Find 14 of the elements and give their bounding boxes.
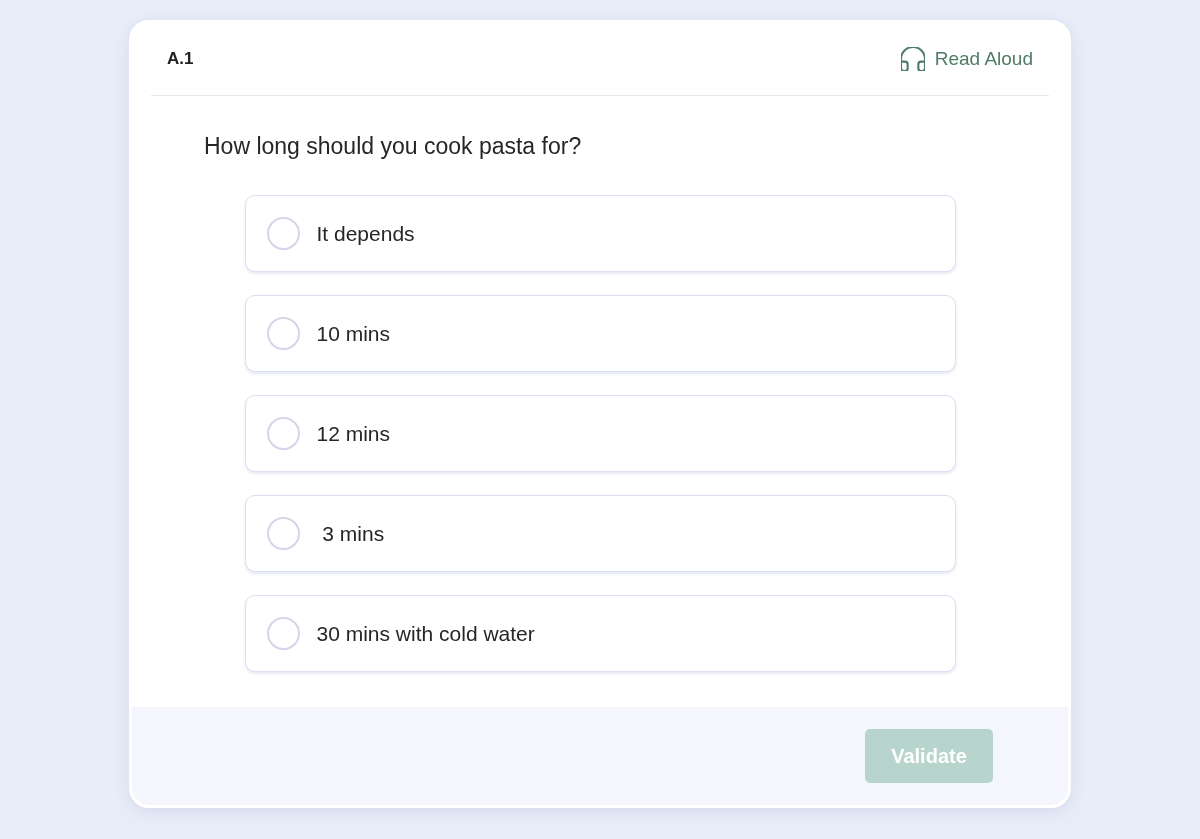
radio-button[interactable] <box>266 317 300 350</box>
question-number: A.1 <box>167 48 194 71</box>
answer-option[interactable]: It depends <box>244 195 956 272</box>
radio-button[interactable] <box>266 417 300 450</box>
answer-option[interactable]: 12 mins <box>244 395 956 472</box>
answer-option[interactable]: 30 mins with cold water <box>244 595 956 672</box>
question-text: How long should you cook pasta for? <box>204 132 582 161</box>
answer-option[interactable]: 3 mins <box>244 495 956 572</box>
radio-button[interactable] <box>266 517 300 550</box>
answer-option[interactable]: 10 mins <box>244 295 956 372</box>
read-aloud-button[interactable]: Read Aloud <box>900 44 1033 74</box>
headphones-icon <box>900 47 925 71</box>
radio-button[interactable] <box>266 617 300 650</box>
radio-button[interactable] <box>266 217 300 250</box>
